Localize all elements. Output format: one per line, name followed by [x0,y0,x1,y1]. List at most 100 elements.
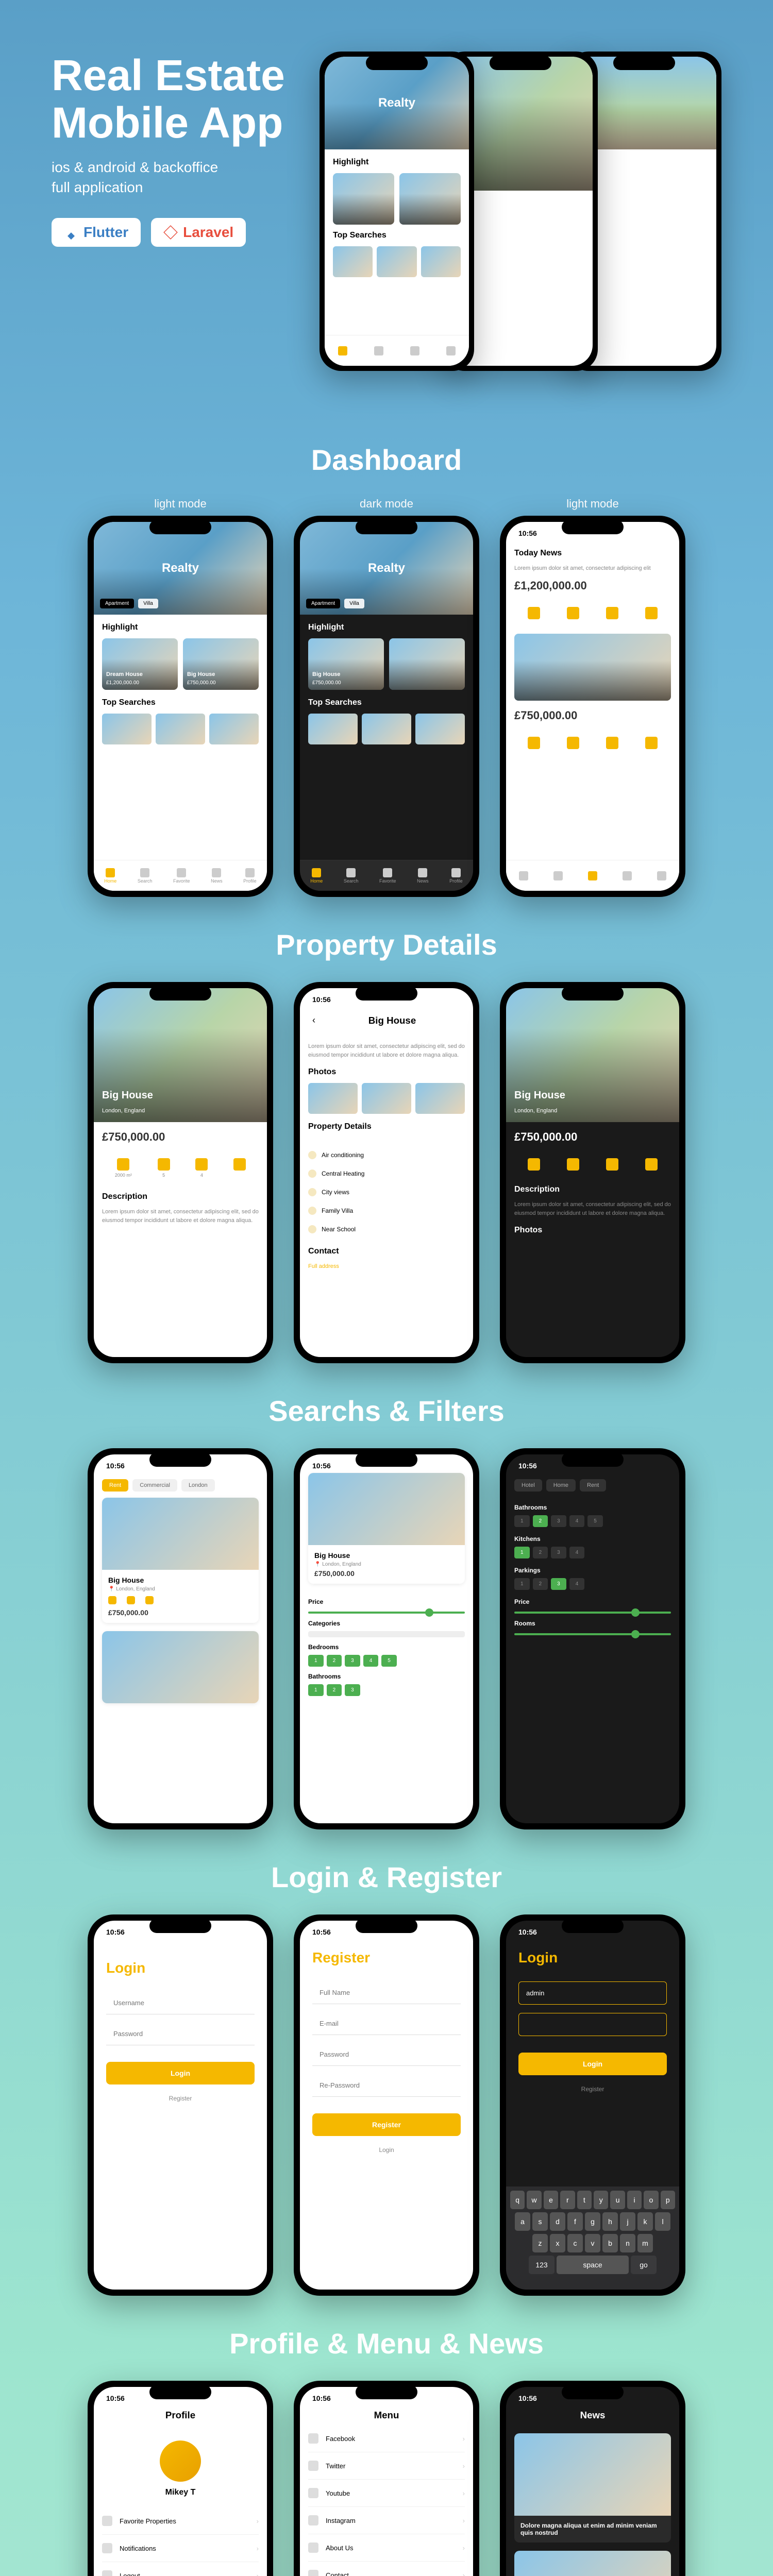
nav-search[interactable]: Search [138,868,153,884]
search-result-card[interactable]: Big House 📍 London, England £750,000.00 [308,1473,465,1584]
filter-chip[interactable]: Apartment [100,599,134,608]
news-card[interactable]: Sed do eiusmod tempor incididunt ut labo… [514,2551,671,2576]
keyboard[interactable]: qwertyuiop asdfghjkl zxcvbnm 123spacego [506,2187,679,2290]
key-h[interactable]: h [602,2212,618,2231]
tech-badges: Flutter Laravel [52,218,285,247]
key-c[interactable]: c [567,2234,583,2252]
fullname-field[interactable] [312,1981,461,2004]
profile-title: Profile [94,2405,267,2425]
key-u[interactable]: u [610,2191,625,2209]
search-tab[interactable]: London [181,1479,215,1492]
news-phone-dark: 10:56 News Dolore magna aliqua ut enim a… [500,2381,685,2576]
price-slider[interactable] [514,1612,671,1614]
register-link[interactable]: Register [106,2095,255,2102]
key-p[interactable]: p [661,2191,675,2209]
key-space[interactable]: space [557,2256,629,2274]
category-select[interactable] [308,1631,465,1637]
detail-item: City views [308,1183,465,1201]
search-tab[interactable]: Commercial [132,1479,177,1492]
key-v[interactable]: v [585,2234,600,2252]
key-n[interactable]: n [620,2234,635,2252]
property-card[interactable]: Big House£750,000.00 [308,638,384,690]
key-k[interactable]: k [637,2212,653,2231]
key-y[interactable]: y [594,2191,608,2209]
dashboard-phones: light mode Realty ApartmentVilla Highlig… [21,497,752,897]
key-e[interactable]: e [544,2191,558,2209]
avatar[interactable] [160,2441,201,2482]
nav-news[interactable]: News [211,868,223,884]
nav-favorite[interactable]: Favorite [173,868,190,884]
login-button[interactable]: Login [518,2053,667,2075]
key-d[interactable]: d [550,2212,565,2231]
key-j[interactable]: j [620,2212,635,2231]
nav-home[interactable]: Home [104,868,116,884]
menu-item[interactable]: Instagram› [308,2507,465,2534]
bath-icon [195,1158,208,1171]
key-l[interactable]: l [655,2212,670,2231]
menu-icon [308,2488,318,2498]
key-g[interactable]: g [585,2212,600,2231]
key-i[interactable]: i [627,2191,642,2209]
key-go[interactable]: go [631,2256,657,2274]
nav-home[interactable]: Home [310,868,323,884]
thumb[interactable] [102,714,152,744]
news-card[interactable]: Dolore magna aliqua ut enim ad minim ven… [514,2433,671,2543]
search-result-card[interactable]: Big House 📍 London, England £750,000.00 [102,1498,259,1623]
bed-stat: 5 [158,1158,170,1178]
key-x[interactable]: x [550,2234,565,2252]
key-t[interactable]: t [577,2191,592,2209]
property-card[interactable] [389,638,465,690]
search-result-card[interactable] [102,1631,259,1703]
price-slider[interactable] [308,1612,465,1614]
key-r[interactable]: r [560,2191,575,2209]
property-phone-2: 10:56 ‹ Big House Lorem ipsum dolor sit … [294,982,479,1363]
password-field[interactable] [312,2043,461,2066]
nav-search[interactable]: Search [344,868,359,884]
area-icon [117,1158,129,1171]
key-s[interactable]: s [532,2212,548,2231]
back-button[interactable]: ‹ [308,1011,320,1030]
car-icon [233,1158,246,1171]
search-tab[interactable]: Rent [102,1479,128,1492]
property-hero-img: Big House London, England [94,988,267,1122]
key-m[interactable]: m [637,2234,653,2252]
username-field[interactable] [106,1992,255,2014]
top-searches-heading: Top Searches [102,698,259,707]
login-button[interactable]: Login [106,2062,255,2084]
key-z[interactable]: z [532,2234,548,2252]
email-field[interactable] [312,2012,461,2035]
repassword-field[interactable] [312,2074,461,2097]
nav-profile[interactable]: Profile [243,868,257,884]
password-field[interactable] [518,2013,667,2036]
key-q[interactable]: q [510,2191,525,2209]
detail-item: Family Villa [308,1201,465,1220]
key-f[interactable]: f [567,2212,583,2231]
rooms-slider[interactable] [514,1633,671,1635]
password-field[interactable] [106,2023,255,2045]
menu-item[interactable]: Facebook› [308,2425,465,2452]
menu-item-notifications[interactable]: Notifications› [102,2535,259,2562]
menu-item[interactable]: About Us› [308,2534,465,2562]
key-a[interactable]: a [515,2212,530,2231]
menu-item[interactable]: Contact› [308,2562,465,2576]
filter-number[interactable]: 1 [308,1655,324,1667]
thumb[interactable] [156,714,205,744]
nav-profile[interactable]: Profile [449,868,463,884]
key-w[interactable]: w [527,2191,541,2209]
menu-item[interactable]: Twitter› [308,2452,465,2480]
key-b[interactable]: b [602,2234,618,2252]
menu-item-logout[interactable]: Logout› [102,2562,259,2576]
thumb[interactable] [209,714,259,744]
filter-chip[interactable]: Villa [138,599,158,608]
menu-item[interactable]: Youtube› [308,2480,465,2507]
menu-item-favorite[interactable]: Favorite Properties› [102,2507,259,2535]
register-button[interactable]: Register [312,2113,461,2136]
property-card[interactable]: Dream House£1,200,000.00 [102,638,178,690]
nav-news[interactable]: News [417,868,429,884]
login-link[interactable]: Login [312,2146,461,2154]
property-card[interactable]: Big House£750,000.00 [183,638,259,690]
key-o[interactable]: o [644,2191,658,2209]
nav-favorite[interactable]: Favorite [379,868,396,884]
key-123[interactable]: 123 [529,2256,554,2274]
username-field[interactable] [518,1981,667,2005]
